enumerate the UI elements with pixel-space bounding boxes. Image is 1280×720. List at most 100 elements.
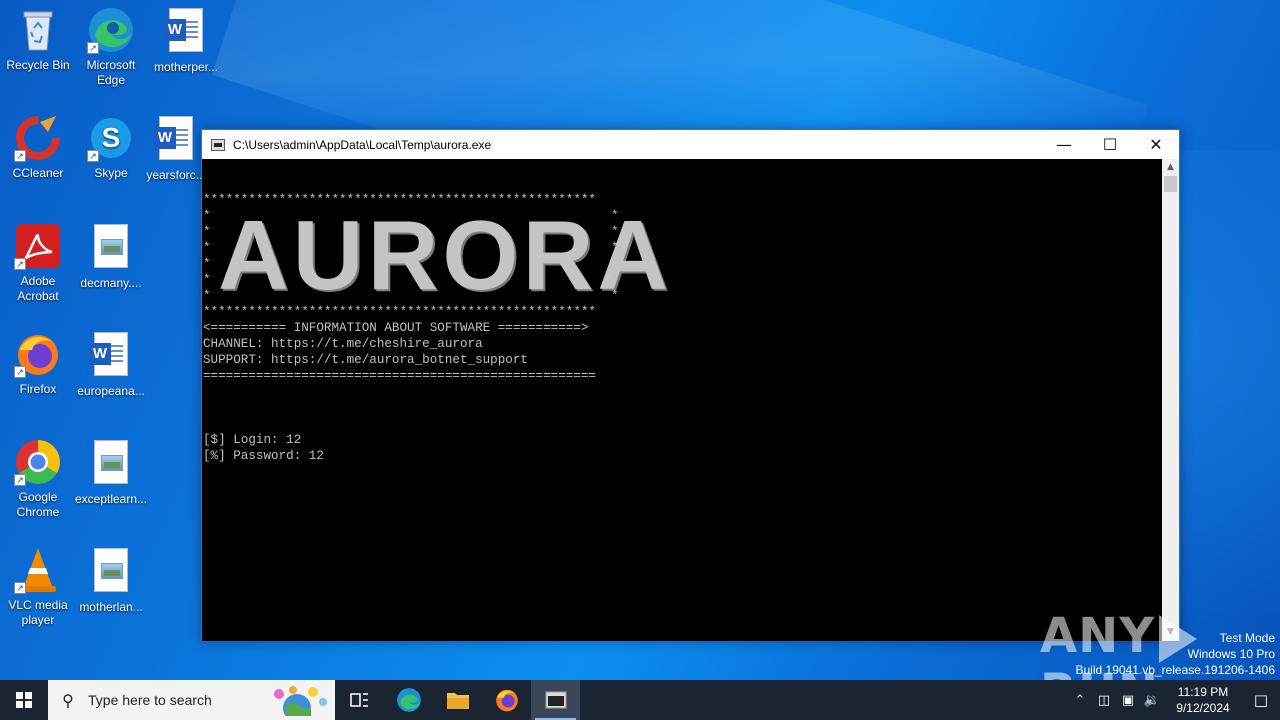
banner-letter: A <box>597 200 668 310</box>
separator-line: ========================================… <box>203 369 596 383</box>
chrome-icon: ↗ <box>14 438 62 486</box>
network-icon[interactable]: ▣ <box>1116 693 1140 708</box>
support-line: SUPPORT: https://t.me/aurora_botnet_supp… <box>203 353 528 367</box>
shortcut-arrow-icon: ↗ <box>14 474 26 486</box>
windows-edition-label: Windows 10 Pro <box>1187 647 1275 661</box>
desktop-icon-motherlan[interactable]: motherlan... <box>73 546 149 615</box>
desktop-icon-google-chrome[interactable]: ↗ Google Chrome <box>0 438 76 520</box>
scroll-up-icon[interactable]: ▲ <box>1162 159 1179 176</box>
banner-letter: O <box>442 200 518 310</box>
scroll-thumb[interactable] <box>1164 176 1177 192</box>
desktop-icon-adobe-acrobat[interactable]: ↗ Adobe Acrobat <box>0 222 76 304</box>
login-line: [$] Login: 12 <box>203 433 302 447</box>
channel-line: CHANNEL: https://t.me/cheshire_aurora <box>203 337 483 351</box>
taskbar-clock[interactable]: 11:19 PM 9/12/2024 <box>1164 684 1242 716</box>
console-app-icon <box>211 138 225 151</box>
desktop-icon-label: decmany.... <box>80 276 142 290</box>
word-doc-icon: W <box>162 8 210 56</box>
search-icon: ⚲ <box>62 690 74 710</box>
desktop-icon-label: Adobe Acrobat <box>17 274 59 303</box>
desktop-icon-decmany[interactable]: decmany.... <box>73 222 149 291</box>
image-file-icon <box>87 224 135 272</box>
window-title: C:\Users\admin\AppData\Local\Temp\aurora… <box>233 137 492 152</box>
shortcut-arrow-icon: ↗ <box>87 42 99 54</box>
window-titlebar[interactable]: C:\Users\admin\AppData\Local\Temp\aurora… <box>202 130 1179 159</box>
desktop-icon-motherper[interactable]: W motherper... <box>148 6 224 75</box>
maximize-button[interactable]: ☐ <box>1087 130 1133 159</box>
minimize-button[interactable]: — <box>1041 130 1087 159</box>
banner-left-edge: * * * * * * <box>203 209 211 303</box>
acrobat-icon: ↗ <box>14 222 62 270</box>
banner-letter: A <box>218 200 289 310</box>
image-file-icon <box>87 548 135 596</box>
close-button[interactable]: ✕ <box>1133 130 1179 159</box>
desktop-icon-label: motherlan... <box>79 600 143 614</box>
edge-icon <box>396 688 421 712</box>
desktop-icon-ccleaner[interactable]: ↗ CCleaner <box>0 114 76 181</box>
banner-letter: R <box>367 200 439 310</box>
recycle-bin-icon <box>14 6 62 54</box>
clock-time: 11:19 PM <box>1177 685 1229 699</box>
desktop-icon-firefox[interactable]: ↗ Firefox <box>0 330 76 397</box>
start-button[interactable] <box>0 680 48 720</box>
desktop-icon-microsoft-edge[interactable]: ↗ Microsoft Edge <box>73 6 149 88</box>
search-placeholder: Type here to search <box>88 692 212 708</box>
password-line: [%] Password: 12 <box>203 449 324 463</box>
edge-icon: ↗ <box>87 6 135 54</box>
task-view-icon <box>349 693 368 707</box>
device-icon[interactable]: ◫ <box>1092 693 1116 708</box>
banner-letter: R <box>522 200 594 310</box>
console-output[interactable]: ****************************************… <box>202 159 1163 641</box>
firefox-icon: ↗ <box>14 330 62 378</box>
desktop-icon-label: VLC media player <box>8 598 68 627</box>
desktop-icon-label: Recycle Bin <box>6 58 70 72</box>
desktop-icon-recycle-bin[interactable]: Recycle Bin <box>0 6 76 73</box>
taskbar-console-button[interactable] <box>531 680 580 720</box>
task-view-button[interactable] <box>335 680 384 720</box>
shortcut-arrow-icon: ↗ <box>14 582 26 594</box>
desktop-icon-label: Microsoft Edge <box>86 58 136 87</box>
taskbar-edge-button[interactable] <box>384 680 433 720</box>
shortcut-arrow-icon: ↗ <box>14 258 26 270</box>
info-header: <========== INFORMATION ABOUT SOFTWARE =… <box>203 321 589 335</box>
desktop-icon-label: Firefox <box>19 382 57 396</box>
desktop-icon-label: CCleaner <box>12 166 64 180</box>
desktop-icon-label: motherper... <box>153 60 219 74</box>
banner-bottom-border: ****************************************… <box>203 305 596 319</box>
windows-logo-icon <box>16 692 32 708</box>
desktop-icon-label: europeana... <box>77 384 145 398</box>
taskbar-firefox-button[interactable] <box>482 680 531 720</box>
skype-icon: S ↗ <box>87 114 135 162</box>
word-doc-icon: W <box>87 332 135 380</box>
console-app-icon <box>545 691 566 709</box>
system-tray: ⌃ ◫ ▣ 🔉 11:19 PM 9/12/2024 □ <box>1068 680 1280 720</box>
shortcut-arrow-icon: ↗ <box>87 150 99 162</box>
shortcut-arrow-icon: ↗ <box>14 366 26 378</box>
volume-icon[interactable]: 🔉 <box>1140 693 1164 708</box>
system-info: Test Mode Windows 10 Pro Build 19041.vb_… <box>1076 630 1276 678</box>
test-mode-label: Test Mode <box>1219 631 1275 645</box>
folder-icon <box>446 693 469 709</box>
desktop: Recycle Bin ↗ CCleaner ↗ Adobe Acrobat ↗… <box>0 0 1280 680</box>
notification-icon[interactable]: □ <box>1242 691 1280 709</box>
banner-right-edge: * * * * * * <box>611 209 619 303</box>
desktop-icon-vlc[interactable]: ↗ VLC media player <box>0 546 76 628</box>
banner-word: A U R O R A <box>218 200 668 310</box>
taskbar-search-box[interactable]: ⚲ Type here to search <box>48 680 335 720</box>
firefox-icon <box>495 689 518 712</box>
ccleaner-icon: ↗ <box>14 114 62 162</box>
vlc-icon: ↗ <box>14 546 62 594</box>
desktop-icon-europeana[interactable]: W europeana... <box>73 330 149 399</box>
console-window[interactable]: C:\Users\admin\AppData\Local\Temp\aurora… <box>201 129 1180 641</box>
banner-letter: U <box>292 200 364 310</box>
word-doc-icon: W <box>152 116 200 164</box>
chevron-up-icon[interactable]: ⌃ <box>1068 693 1092 708</box>
search-highlight-icon <box>274 686 327 716</box>
build-label: Build 19041.vb_release.191206-1406 <box>1075 663 1276 677</box>
desktop-icon-label: Google Chrome <box>16 490 60 519</box>
taskbar: ⚲ Type here to search ⌃ ◫ ▣ 🔉 11:19 PM 9… <box>0 680 1280 720</box>
clock-date: 9/12/2024 <box>1176 701 1230 715</box>
taskbar-file-explorer-button[interactable] <box>433 680 482 720</box>
desktop-icon-exceptlearn[interactable]: exceptlearn... <box>73 438 149 507</box>
vertical-scrollbar[interactable]: ▲ ▼ <box>1162 159 1179 641</box>
